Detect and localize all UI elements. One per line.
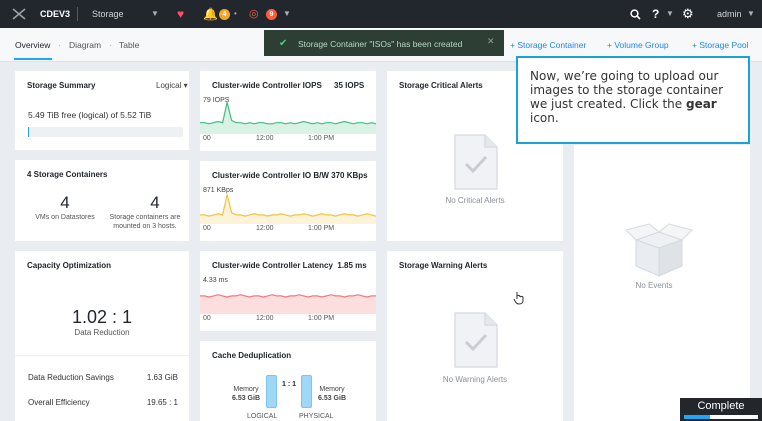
x-tick: 00	[203, 225, 211, 232]
container-count: 4	[150, 193, 160, 212]
storage-containers-widget: 4 Storage Containers 4 4 VMs on Datastor…	[15, 160, 189, 241]
view-selector[interactable]: Logical ▾	[156, 81, 188, 90]
heart-icon[interactable]: ♥	[177, 0, 184, 28]
chevron-down-icon[interactable]: ▼	[283, 0, 291, 28]
cache-deduplication-widget: Cache Deduplication Memory 6.53 GiB 1 : 1…	[200, 341, 376, 421]
tab-table[interactable]: Table	[119, 40, 139, 50]
widget-title: Cache Deduplication	[212, 351, 292, 360]
data-reduction-ratio: 1.02 : 1	[71, 307, 133, 327]
section-selector[interactable]: Storage	[92, 0, 124, 28]
savings-label: Data Reduction Savings	[28, 373, 114, 382]
chevron-down-icon[interactable]: ▼	[666, 0, 674, 28]
physical-memory: Memory 6.53 GiB	[317, 386, 346, 402]
vm-count: 4	[60, 193, 70, 212]
empty-state-text: No Warning Alerts	[442, 375, 508, 384]
chart-title: Cluster-wide Controller Latency 1.85 ms	[212, 261, 367, 270]
free-capacity-text: 5.49 TiB free (logical) of 5.52 TiB	[28, 110, 152, 120]
widget-title: 4 Storage Containers	[27, 170, 108, 179]
logical-label: LOGICAL	[247, 413, 278, 420]
critical-count-badge[interactable]: 9	[266, 8, 277, 20]
chart-title: Cluster-wide Controller IOPS	[212, 81, 322, 90]
chart-value: 35 IOPS	[334, 81, 365, 90]
x-tick: 00	[203, 315, 211, 322]
chevron-down-icon[interactable]: •	[234, 0, 237, 28]
x-tick: 1:00 PM	[308, 315, 335, 322]
widget-title: Storage Summary	[27, 81, 96, 90]
bell-icon[interactable]: 🔔	[203, 0, 218, 28]
search-icon[interactable]	[630, 0, 641, 28]
vm-caption: VMs on Datastores	[35, 214, 95, 221]
capacity-bar	[28, 127, 183, 137]
x-tick: 1:00 PM	[308, 135, 335, 142]
chart-title: Cluster-wide Controller IO B/W 370 KBps	[212, 171, 368, 180]
cursor-icon	[513, 292, 524, 305]
gear-icon[interactable]: ⚙	[682, 0, 694, 28]
efficiency-value: 19.65 : 1	[146, 398, 178, 407]
tab-diagram[interactable]: Diagram	[69, 40, 101, 50]
efficiency-label: Overall Efficiency	[28, 398, 90, 407]
storage-summary-widget: Storage Summary Logical ▾ 5.49 TiB free …	[15, 71, 189, 150]
empty-state-text: No Critical Alerts	[445, 196, 505, 205]
iops-sparkline	[200, 102, 376, 134]
latency-chart-widget[interactable]: Cluster-wide Controller Latency 1.85 ms …	[200, 251, 376, 331]
data-reduction-caption: Data Reduction	[74, 328, 130, 337]
nutanix-logo-icon[interactable]	[12, 0, 26, 28]
iops-chart-widget[interactable]: Cluster-wide Controller IOPS 35 IOPS 79 …	[200, 71, 376, 151]
chevron-down-icon[interactable]: ▼	[747, 0, 755, 28]
top-navigation-bar: CDEV3 Storage ▼ ♥ 🔔 4 • ◎ 9 ▼ ? ▼ ⚙ admi…	[0, 0, 762, 28]
document-icon	[454, 134, 498, 190]
x-tick: 12:00	[256, 225, 274, 232]
divider	[15, 355, 189, 356]
capacity-optimization-widget: Capacity Optimization 1.02 : 1 Data Redu…	[15, 251, 189, 421]
close-icon[interactable]: ✕	[487, 36, 495, 47]
user-menu[interactable]: admin	[717, 0, 742, 28]
x-tick: 00	[203, 135, 211, 142]
io-bandwidth-sparkline	[200, 194, 376, 224]
io-bandwidth-chart-widget[interactable]: Cluster-wide Controller IO B/W 370 KBps …	[200, 161, 376, 241]
add-volume-group-button[interactable]: + Volume Group	[607, 40, 669, 50]
separator: ·	[58, 40, 61, 50]
document-icon	[454, 312, 498, 368]
tutorial-callout: Now, we’re going to upload our images to…	[516, 56, 750, 144]
savings-value: 1.63 GiB	[146, 373, 178, 382]
divider	[77, 7, 78, 21]
alert-count-badge[interactable]: 4	[219, 8, 230, 20]
warning-alerts-widget[interactable]: Storage Warning Alerts No Warning Alerts	[387, 251, 563, 421]
container-caption: Storage containers are mounted on 3 host…	[109, 214, 181, 230]
physical-label: PHYSICAL	[299, 413, 334, 420]
success-toast: ✔ Storage Container "ISOs" has been crea…	[264, 30, 504, 56]
toast-message: Storage Container "ISOs" has been create…	[298, 39, 463, 49]
check-icon: ✔	[279, 38, 288, 49]
widget-title: Storage Critical Alerts	[399, 81, 483, 90]
chart-area	[200, 294, 376, 314]
progress-bar	[684, 415, 758, 419]
circle-icon[interactable]: ◎	[249, 0, 259, 28]
dedup-ratio: 1 : 1	[282, 381, 297, 388]
x-tick: 12:00	[256, 315, 274, 322]
latency-sparkline	[200, 294, 376, 314]
physical-bar	[301, 375, 312, 408]
x-tick: 1:00 PM	[308, 225, 335, 232]
tab-overview[interactable]: Overview	[15, 40, 50, 50]
x-tick: 12:00	[256, 135, 274, 142]
widget-title: Capacity Optimization	[27, 261, 112, 270]
chevron-down-icon[interactable]: ▼	[151, 0, 159, 28]
empty-state-text: No Events	[635, 281, 673, 290]
widget-title: Storage Warning Alerts	[399, 261, 488, 270]
help-icon[interactable]: ?	[652, 0, 659, 28]
cluster-name[interactable]: CDEV3	[40, 0, 70, 28]
logical-memory: Memory 6.53 GiB	[231, 386, 260, 402]
progress-label: Complete	[697, 400, 745, 412]
logical-bar	[266, 375, 277, 408]
add-storage-pool-button[interactable]: + Storage Pool	[692, 40, 748, 50]
separator: ·	[109, 40, 112, 50]
box-icon	[625, 223, 693, 277]
progress-indicator: Complete	[680, 398, 762, 421]
active-tab-indicator	[14, 58, 52, 60]
add-storage-container-button[interactable]: + Storage Container	[510, 40, 586, 50]
